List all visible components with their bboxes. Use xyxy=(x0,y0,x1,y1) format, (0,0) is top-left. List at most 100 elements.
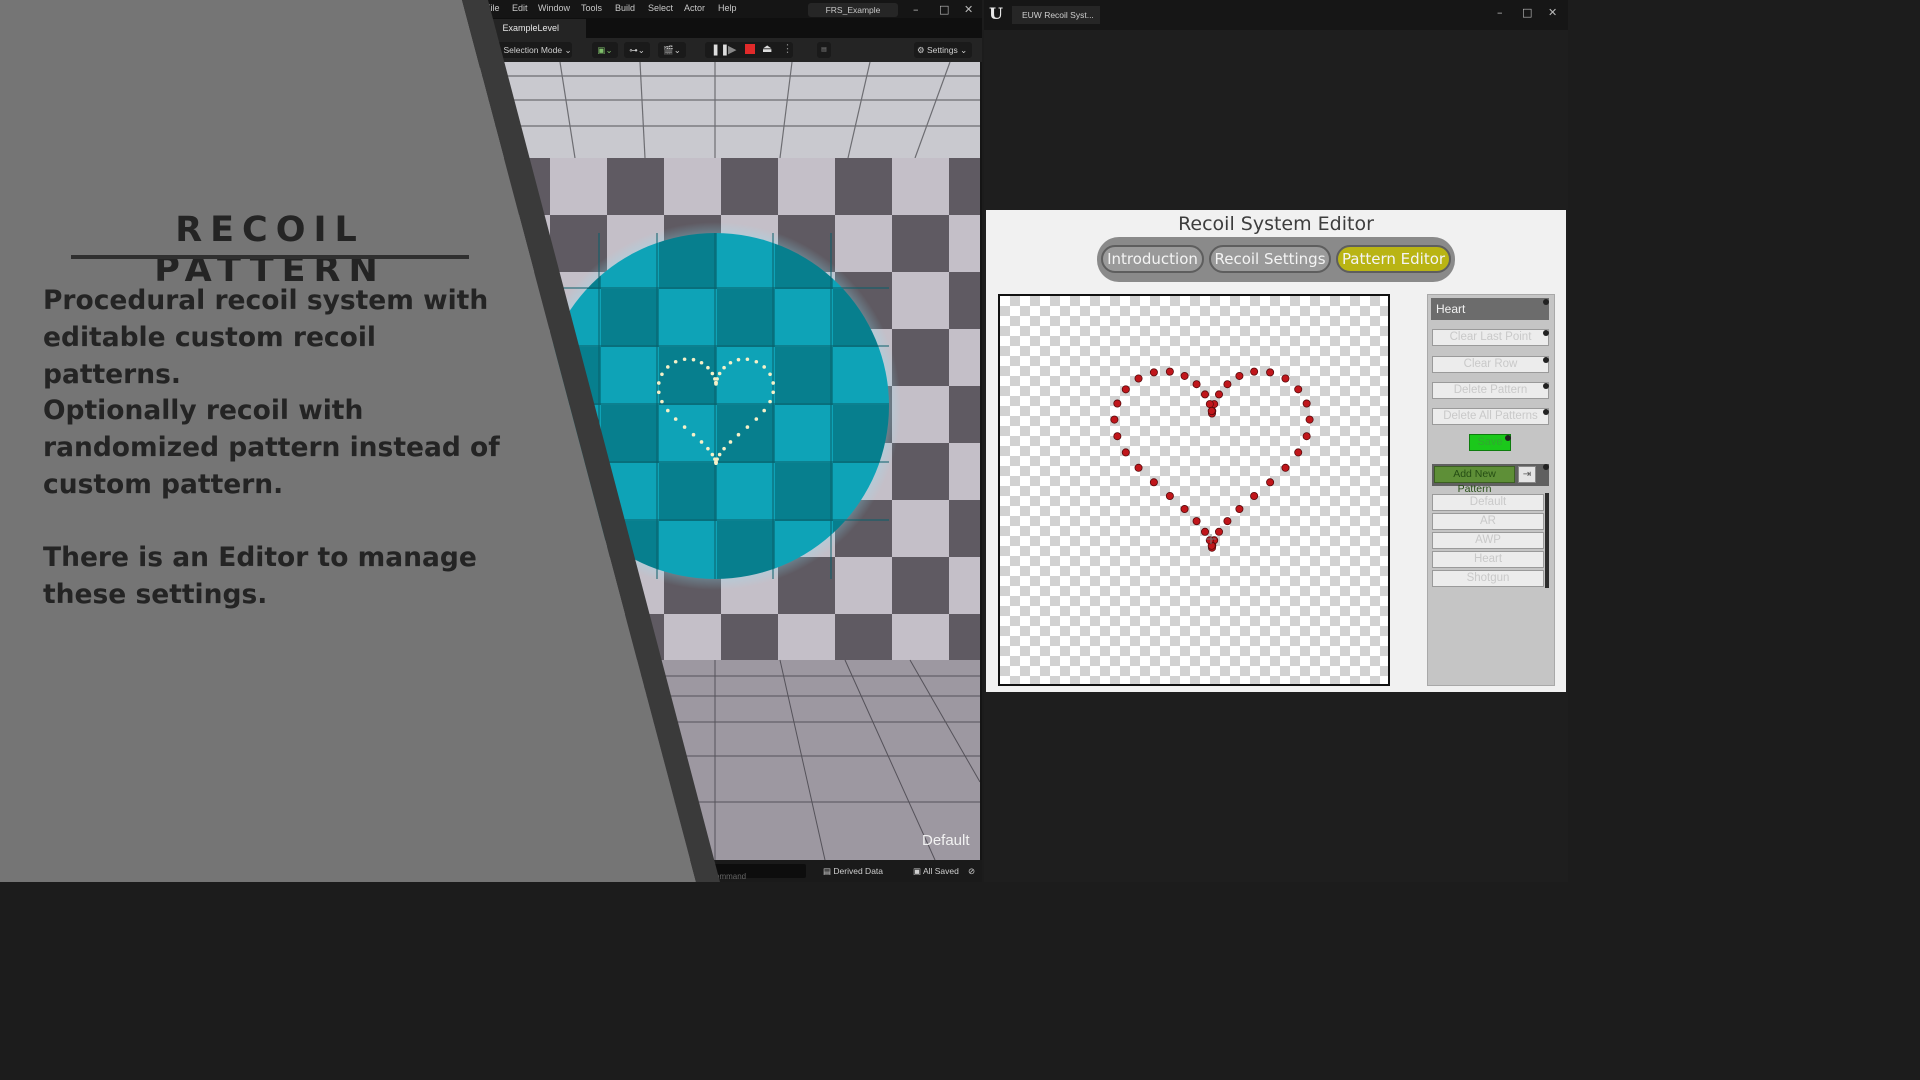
info-icon xyxy=(1505,435,1511,441)
add-new-pattern-button[interactable]: Add New Pattern xyxy=(1434,466,1515,495)
pattern-point[interactable] xyxy=(1302,399,1311,408)
pattern-point[interactable] xyxy=(1266,368,1275,377)
pattern-point[interactable] xyxy=(1110,415,1119,424)
pattern-point[interactable] xyxy=(1223,517,1232,526)
impact-dot xyxy=(754,359,759,364)
pattern-point[interactable] xyxy=(1223,380,1232,389)
pattern-point[interactable] xyxy=(1235,505,1244,514)
pattern-list-item-awp[interactable]: AWP xyxy=(1432,532,1544,549)
delete-pattern-button[interactable]: Delete Pattern xyxy=(1432,382,1549,399)
pattern-point[interactable] xyxy=(1266,478,1275,487)
impact-dot xyxy=(728,360,733,365)
delete-all-patterns-button[interactable]: Delete All Patterns xyxy=(1432,408,1549,425)
pattern-point[interactable] xyxy=(1201,527,1210,536)
pattern-point[interactable] xyxy=(1180,505,1189,514)
pattern-point[interactable] xyxy=(1207,407,1216,416)
minimize-icon[interactable]: – xyxy=(913,3,919,16)
pattern-point[interactable] xyxy=(1281,463,1290,472)
platforms-icon[interactable]: ▤ xyxy=(817,42,831,58)
impact-dot xyxy=(736,357,741,362)
pattern-point[interactable] xyxy=(1192,517,1201,526)
pattern-point[interactable] xyxy=(1149,478,1158,487)
pattern-point[interactable] xyxy=(1205,400,1214,409)
pattern-point[interactable] xyxy=(1281,374,1290,383)
pattern-list-scrollbar[interactable] xyxy=(1545,493,1549,588)
revision-control-icon[interactable]: ⊘ xyxy=(968,866,975,877)
pattern-list-item-shotgun[interactable]: Shotgun xyxy=(1432,570,1544,587)
pattern-point[interactable] xyxy=(1180,371,1189,380)
impact-dot xyxy=(728,440,733,444)
pattern-point[interactable] xyxy=(1214,390,1223,399)
pattern-name-field[interactable]: Heart xyxy=(1431,298,1549,320)
pattern-point[interactable] xyxy=(1294,448,1303,457)
pattern-point[interactable] xyxy=(1250,367,1259,376)
headline-underline xyxy=(71,255,469,259)
derived-data-label: Derived Data xyxy=(833,866,884,876)
info-icon xyxy=(1543,409,1549,415)
pattern-point[interactable] xyxy=(1113,432,1122,441)
pattern-point[interactable] xyxy=(1149,368,1158,377)
pattern-point[interactable] xyxy=(1250,492,1259,501)
menu-help[interactable]: Help xyxy=(718,3,737,13)
settings-button[interactable]: ⚙ Settings ⌄ xyxy=(914,42,972,58)
pattern-point[interactable] xyxy=(1134,463,1143,472)
pattern-point[interactable] xyxy=(1235,371,1244,380)
close-icon[interactable]: ✕ xyxy=(1548,6,1557,19)
impact-dot xyxy=(762,408,766,413)
command-input[interactable]: ommand xyxy=(712,864,806,881)
impact-dot xyxy=(736,432,741,437)
pattern-point[interactable] xyxy=(1165,367,1174,376)
chevron-down-icon: ⌄ xyxy=(960,45,968,55)
impact-dot xyxy=(754,417,759,421)
pattern-point[interactable] xyxy=(1201,390,1210,399)
headline: RECOIL PATTERN xyxy=(154,210,386,290)
save-status-icon: ▣ xyxy=(913,866,922,876)
pattern-point[interactable] xyxy=(1294,385,1303,394)
info-icon xyxy=(1543,383,1549,389)
info-icon xyxy=(1543,464,1549,470)
more-options-icon[interactable]: ⋮ xyxy=(782,42,793,55)
gear-icon: ⚙ xyxy=(917,45,925,55)
pattern-point[interactable] xyxy=(1192,380,1201,389)
pattern-list-item-default[interactable]: Default xyxy=(1432,494,1544,511)
tab-recoil-settings[interactable]: Recoil Settings xyxy=(1209,245,1331,273)
database-icon: ▤ xyxy=(823,866,832,876)
pattern-point[interactable] xyxy=(1305,415,1314,424)
impact-dot xyxy=(768,399,772,404)
pattern-list-item-ar[interactable]: AR xyxy=(1432,513,1544,530)
play-icon[interactable]: ▶ xyxy=(728,43,736,56)
close-icon[interactable]: ✕ xyxy=(964,3,973,16)
editor-title: Recoil System Editor xyxy=(1178,213,1374,235)
description-paragraph-2: Optionally recoil with randomized patter… xyxy=(43,395,500,500)
clear-last-point-button[interactable]: Clear Last Point xyxy=(1432,329,1549,346)
tab-pattern-editor[interactable]: Pattern Editor xyxy=(1336,245,1451,273)
impact-dot xyxy=(722,365,726,370)
maximize-icon[interactable]: □ xyxy=(939,3,949,16)
pattern-point[interactable] xyxy=(1134,374,1143,383)
import-icon[interactable]: ⇥ xyxy=(1518,466,1536,483)
pattern-canvas[interactable] xyxy=(998,294,1390,686)
info-icon xyxy=(1543,299,1549,305)
pattern-point[interactable] xyxy=(1113,399,1122,408)
maximize-icon[interactable]: □ xyxy=(1522,6,1532,19)
impact-dot xyxy=(762,365,766,369)
derived-data-button[interactable]: ▤ Derived Data xyxy=(823,866,883,877)
pattern-list-item-heart[interactable]: Heart xyxy=(1432,551,1544,568)
minimize-icon[interactable]: – xyxy=(1497,6,1503,19)
stop-icon[interactable] xyxy=(745,44,755,54)
eject-icon[interactable]: ⏏ xyxy=(762,42,772,55)
clear-row-button[interactable]: Clear Row xyxy=(1432,356,1549,373)
unreal-logo-icon: U xyxy=(989,4,1003,23)
pattern-point[interactable] xyxy=(1165,492,1174,501)
pattern-point[interactable] xyxy=(1121,448,1130,457)
viewport-label: Default xyxy=(922,832,970,849)
pattern-point[interactable] xyxy=(1205,536,1214,545)
pattern-point[interactable] xyxy=(1214,527,1223,536)
pattern-point[interactable] xyxy=(1302,432,1311,441)
impact-dot xyxy=(745,425,750,429)
tab-euw-recoil-system[interactable]: EUW Recoil Syst... ✕ xyxy=(1012,6,1100,38)
tab-introduction[interactable]: Introduction xyxy=(1101,245,1204,273)
impact-dot xyxy=(771,381,775,385)
pattern-point[interactable] xyxy=(1121,385,1130,394)
all-saved-button[interactable]: ▣ All Saved xyxy=(913,866,959,877)
